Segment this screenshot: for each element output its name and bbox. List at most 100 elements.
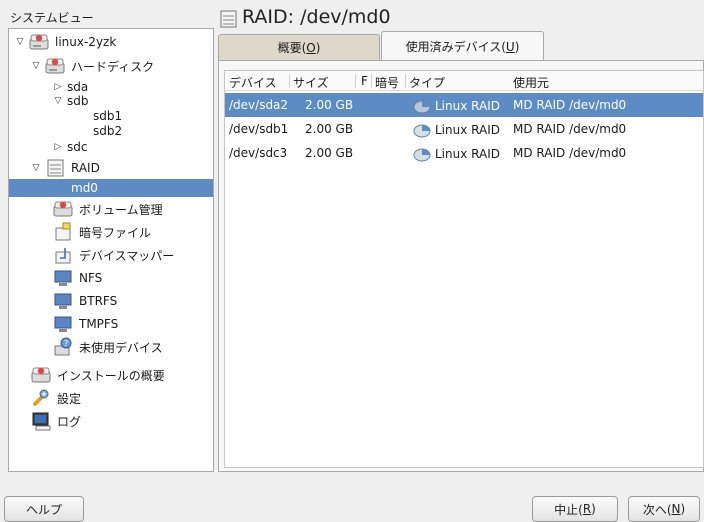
cell-device: /dev/sdc3 [229, 146, 288, 160]
tree-label-sdb: sdb [67, 94, 89, 108]
raid-icon [218, 9, 238, 29]
cell-size: 2.00 GB [305, 122, 354, 136]
column-header-used-by[interactable]: 使用元 [513, 74, 549, 91]
tree-node-crypt-files[interactable]: 暗号ファイル [9, 221, 213, 243]
page-title: RAID: /dev/md0 [242, 6, 391, 28]
column-separator [371, 74, 372, 88]
column-separator [405, 74, 406, 88]
expand-arrow-icon[interactable]: ▷ [53, 82, 63, 92]
tree-node-unused[interactable]: ? 未使用デバイス [9, 336, 213, 358]
tree-node-raid[interactable]: ▽ RAID [9, 157, 213, 179]
cell-size: 2.00 GB [305, 146, 354, 160]
wrench-icon [31, 388, 51, 408]
tree-label-sda: sda [67, 80, 89, 94]
tree-node-md0[interactable]: md0 [9, 179, 213, 197]
abort-button-label: 中止( [554, 502, 583, 517]
tree-label-sdc: sdc [67, 140, 88, 154]
table-row[interactable]: /dev/sda2 2.00 GB Linux RAID MD RAID /de… [225, 93, 703, 117]
abort-button-mnemonic: R [582, 502, 592, 516]
column-header-size[interactable]: サイズ [293, 74, 329, 91]
column-header-device[interactable]: デバイス [229, 74, 277, 91]
tree-label-md0: md0 [71, 181, 98, 195]
system-view-tree[interactable]: ▽ linux-2yzk ▽ ハードディスク ▷ sda ▽ sdb sdb1 … [8, 28, 214, 472]
tree-node-sdb1[interactable]: sdb1 [9, 108, 213, 124]
table-row[interactable]: /dev/sdc3 2.00 GB Linux RAID MD RAID /de… [225, 141, 703, 165]
next-button-label: 次へ( [642, 502, 672, 517]
hard-disk-icon [31, 365, 51, 385]
tree-node-nfs[interactable]: NFS [9, 267, 213, 289]
table-header: デバイス サイズ F 暗号 タイプ 使用元 [225, 71, 703, 91]
cell-type: Linux RAID [413, 122, 500, 141]
system-view-title: システムビュー [10, 11, 94, 25]
tree-node-install-summary[interactable]: インストールの概要 [9, 364, 213, 386]
abort-button[interactable]: 中止(R) [532, 496, 618, 522]
column-header-f[interactable]: F [361, 74, 368, 88]
cell-used-by: MD RAID /dev/md0 [513, 146, 627, 160]
collapse-arrow-icon[interactable]: ▽ [31, 163, 41, 173]
tree-label-raid: RAID [71, 161, 100, 175]
cell-device: /dev/sda2 [229, 98, 289, 112]
raid-disk-icon [413, 122, 431, 141]
column-header-type[interactable]: タイプ [409, 74, 445, 91]
abort-button-label-tail: ) [591, 502, 596, 516]
column-separator [289, 74, 290, 88]
tab-used-devices[interactable]: 使用済みデバイス(U) [381, 31, 544, 61]
tab-overview[interactable]: 概要(O) [218, 34, 380, 60]
cell-device: /dev/sdb1 [229, 122, 289, 136]
tab-overview-label-tail: ) [315, 40, 321, 55]
cell-type-label: Linux RAID [435, 123, 500, 137]
tree-label-host: linux-2yzk [55, 35, 117, 49]
tree-label-volume-mgmt: ボリューム管理 [79, 202, 163, 217]
tree-node-settings[interactable]: 設定 [9, 387, 213, 409]
tree-label-unused: 未使用デバイス [79, 340, 163, 355]
svg-text:?: ? [64, 339, 68, 348]
tab-used-devices-label: 使用済みデバイス( [405, 40, 506, 54]
tab-overview-mnemonic: O [306, 40, 316, 55]
cell-type: Linux RAID [413, 98, 500, 117]
volume-management-icon [53, 199, 73, 219]
tree-node-device-mapper[interactable]: デバイスマッパー [9, 244, 213, 266]
next-button-mnemonic: N [671, 502, 681, 516]
collapse-arrow-icon[interactable]: ▽ [31, 61, 41, 71]
collapse-arrow-icon[interactable]: ▽ [15, 37, 25, 47]
device-mapper-icon [53, 245, 73, 265]
unused-device-icon: ? [53, 337, 73, 357]
column-header-crypt[interactable]: 暗号 [375, 74, 399, 91]
tree-label-log: ログ [57, 414, 82, 429]
tree-node-host[interactable]: ▽ linux-2yzk [9, 31, 213, 53]
raid-disk-icon [413, 146, 431, 165]
nfs-icon [53, 268, 73, 288]
tree-label-nfs: NFS [79, 271, 103, 285]
tree-node-harddisks[interactable]: ▽ ハードディスク [9, 55, 213, 77]
used-devices-table[interactable]: デバイス サイズ F 暗号 タイプ 使用元 /dev/sda2 2.00 GB … [224, 70, 704, 468]
tree-node-sdb[interactable]: ▽ sdb [9, 93, 213, 109]
tree-node-btrfs[interactable]: BTRFS [9, 290, 213, 312]
btrfs-icon [53, 291, 73, 311]
tree-label-install-summary: インストールの概要 [57, 368, 165, 383]
log-icon [31, 411, 51, 431]
tree-node-sdb2[interactable]: sdb2 [9, 123, 213, 139]
tree-node-volume-mgmt[interactable]: ボリューム管理 [9, 198, 213, 220]
help-button[interactable]: ヘルプ [4, 496, 84, 522]
cell-used-by: MD RAID /dev/md0 [513, 122, 627, 136]
tab-used-devices-mnemonic: U [505, 39, 515, 54]
tree-label-harddisks: ハードディスク [71, 59, 155, 74]
hard-disk-icon [45, 56, 65, 76]
tree-node-tmpfs[interactable]: TMPFS [9, 313, 213, 335]
next-button-label-tail: ) [680, 502, 686, 516]
tree-label-tmpfs: TMPFS [79, 317, 119, 331]
cell-type-label: Linux RAID [435, 147, 500, 161]
table-row[interactable]: /dev/sdb1 2.00 GB Linux RAID MD RAID /de… [225, 117, 703, 141]
expand-arrow-icon[interactable]: ▷ [53, 142, 63, 152]
raid-disk-icon [413, 98, 431, 117]
tree-label-crypt-files: 暗号ファイル [79, 225, 152, 240]
collapse-arrow-icon[interactable]: ▽ [53, 96, 63, 106]
crypt-file-icon [53, 222, 73, 242]
cell-used-by: MD RAID /dev/md0 [513, 98, 627, 112]
tree-node-sdc[interactable]: ▷ sdc [9, 139, 213, 155]
column-separator [355, 74, 356, 88]
tree-node-log[interactable]: ログ [9, 410, 213, 432]
cell-type-label: Linux RAID [435, 99, 500, 113]
next-button[interactable]: 次へ(N) [628, 496, 700, 522]
raid-icon [45, 158, 65, 178]
